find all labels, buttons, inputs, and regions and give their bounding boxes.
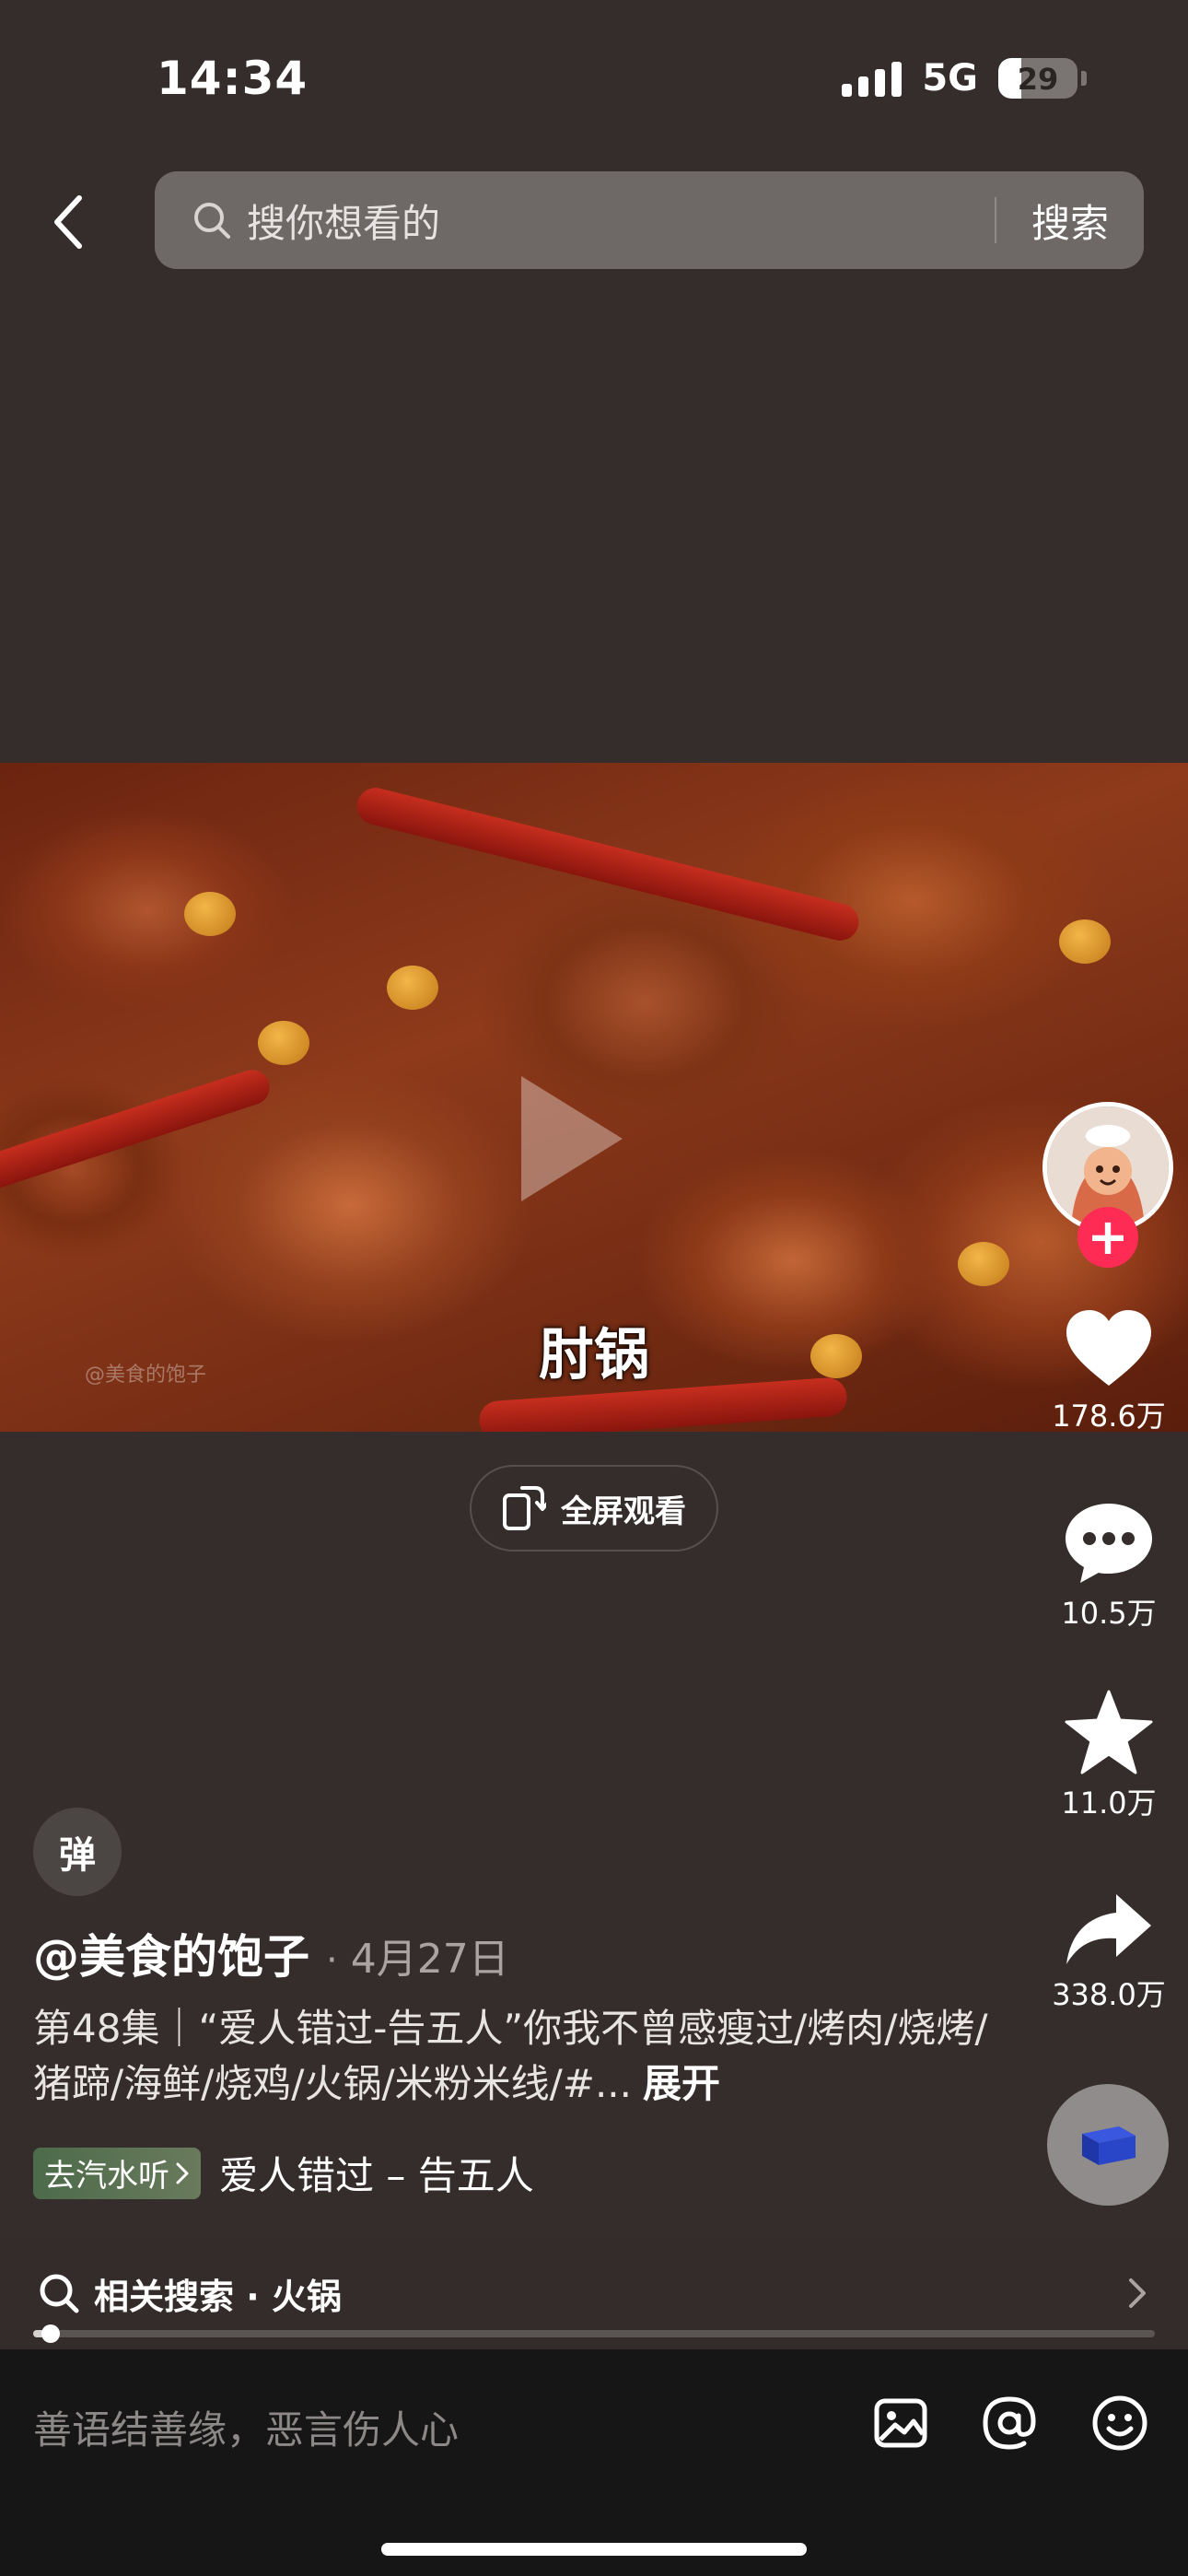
back-button[interactable] [41, 190, 96, 254]
like-count: 178.6万 [1052, 1399, 1166, 1434]
chevron-right-icon [176, 2162, 189, 2184]
video-scene-pea [258, 1021, 309, 1065]
author-row: @美食的饱子 · 4月27日 [33, 1920, 509, 1986]
comment-bar: 善语结善缘，恶言伤人心 [0, 2349, 1188, 2576]
music-row: 去汽水听 爱人错过 – 告五人 [33, 2145, 534, 2201]
music-disc[interactable] [1047, 2084, 1169, 2206]
rotate-screen-icon [503, 1486, 546, 1530]
favorite-count: 11.0万 [1061, 1786, 1157, 1821]
danmaku-toggle[interactable]: 弹 [33, 1808, 122, 1896]
like-button[interactable]: 178.6万 [1017, 1308, 1188, 1435]
fullscreen-button[interactable]: 全屏观看 [470, 1465, 718, 1551]
play-icon[interactable] [521, 1076, 623, 1201]
author-name[interactable]: @美食的饱子 [33, 1920, 309, 1986]
share-count: 338.0万 [1052, 1977, 1166, 2012]
search-input[interactable]: 搜你想看的 [247, 193, 995, 249]
expand-button[interactable]: 展开 [643, 2061, 720, 2106]
listen-in-app-button[interactable]: 去汽水听 [33, 2147, 201, 2199]
comment-bubble-icon [1066, 1504, 1152, 1583]
search-icon [194, 203, 230, 239]
heart-icon [1066, 1310, 1151, 1386]
chevron-left-icon [54, 195, 82, 249]
author-date-separator: · [326, 1939, 338, 1982]
description-text: 第48集｜“爱人错过-告五人”你我不曾感瘦过/烤肉/烧烤/猪蹄/海鲜/烧鸡/火锅… [33, 2006, 988, 2106]
video-progress-bar[interactable] [33, 2324, 1155, 2343]
listen-in-app-label: 去汽水听 [44, 2158, 169, 2195]
image-icon[interactable] [871, 2394, 930, 2453]
status-indicators: 5G 29 [842, 57, 1087, 100]
share-button[interactable]: 338.0万 [1017, 1892, 1188, 2014]
cellular-signal-icon [842, 60, 903, 97]
video-player[interactable]: 肘锅 @美食的饱子 [0, 763, 1188, 1432]
home-indicator[interactable] [381, 2543, 807, 2556]
network-type: 5G [922, 57, 978, 100]
video-scene-pea [1059, 919, 1111, 964]
video-scene-chili [0, 1065, 274, 1196]
battery-level: 29 [1017, 62, 1059, 97]
battery-tip [1081, 71, 1087, 86]
fullscreen-label: 全屏观看 [561, 1493, 686, 1530]
video-watermark: @美食的饱子 [85, 1364, 207, 1387]
search-icon [40, 2274, 79, 2313]
video-scene-pea [958, 1242, 1009, 1286]
comment-input[interactable]: 善语结善缘，恶言伤人心 [33, 2399, 459, 2455]
comment-button[interactable]: 10.5万 [1017, 1502, 1188, 1633]
video-scene-chili [353, 783, 863, 945]
music-cover-icon [1082, 2126, 1136, 2165]
related-search-label: 相关搜索 · 火锅 [94, 2276, 342, 2317]
video-scene-pea [184, 892, 236, 936]
danmaku-label: 弹 [59, 1834, 96, 1877]
comment-count: 10.5万 [1061, 1596, 1157, 1631]
follow-button[interactable]: + [1077, 1207, 1138, 1268]
post-date: 4月27日 [350, 1936, 509, 1983]
video-scene-pea [387, 966, 438, 1010]
status-time: 14:34 [157, 52, 309, 105]
favorite-button[interactable]: 11.0万 [1017, 1690, 1188, 1822]
chevron-right-icon [1129, 2278, 1146, 2308]
emoji-icon[interactable] [1090, 2394, 1149, 2453]
battery-icon: 29 [998, 58, 1077, 99]
star-icon [1065, 1690, 1153, 1774]
music-title[interactable]: 爱人错过 – 告五人 [219, 2145, 534, 2201]
search-bar[interactable]: 搜你想看的 搜索 [155, 171, 1144, 269]
share-arrow-icon [1066, 1894, 1151, 1964]
search-button[interactable]: 搜索 [996, 193, 1144, 249]
post-description[interactable]: 第48集｜“爱人错过-告五人”你我不曾感瘦过/烤肉/烧烤/猪蹄/海鲜/烧鸡/火锅… [33, 2001, 991, 2112]
mention-icon[interactable] [980, 2394, 1039, 2453]
